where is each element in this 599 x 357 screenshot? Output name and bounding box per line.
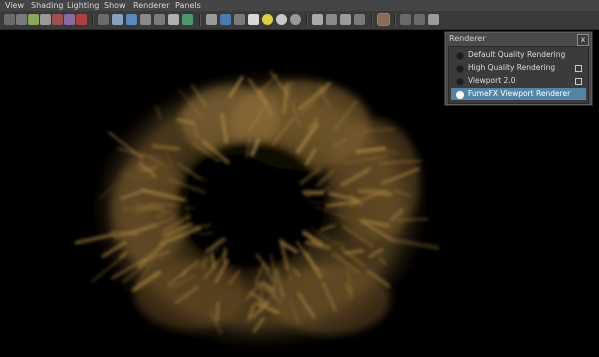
renderer-option-label: Viewport 2.0	[468, 76, 516, 85]
renderer-option-label: High Quality Rendering	[468, 63, 556, 72]
frame-icon[interactable]	[340, 14, 351, 25]
close-icon[interactable]: x	[577, 34, 589, 46]
renderer-panel: Renderer x Default Quality Rendering Hig…	[444, 31, 593, 106]
renderer-option-viewport-2[interactable]: Viewport 2.0	[451, 75, 586, 87]
use-lights-icon[interactable]	[140, 14, 151, 25]
shadows-icon[interactable]	[154, 14, 165, 25]
xray-icon[interactable]	[326, 14, 337, 25]
frame-icon[interactable]	[354, 14, 365, 25]
smoke-streak	[223, 247, 227, 265]
option-box-icon[interactable]	[575, 65, 582, 72]
menu-show[interactable]: Show	[104, 0, 126, 11]
renderer-option-default[interactable]: Default Quality Rendering	[451, 49, 586, 61]
radio-icon[interactable]	[456, 91, 464, 99]
sphere-icon[interactable]	[168, 14, 179, 25]
radio-icon[interactable]	[456, 52, 464, 60]
renderer-list: Default Quality Rendering High Quality R…	[448, 46, 589, 104]
renderer-option-label: FumeFX Viewport Renderer	[468, 89, 571, 98]
panel-title: Renderer	[449, 34, 486, 43]
renderer-option-label: Default Quality Rendering	[468, 50, 566, 59]
smoke-streak	[216, 301, 220, 322]
sun-icon[interactable]	[220, 14, 231, 25]
toolbar-separator	[306, 14, 308, 26]
frame-icon[interactable]	[400, 14, 411, 25]
smoke-streak	[288, 80, 293, 94]
camera-icon[interactable]	[4, 14, 15, 25]
checker-icon[interactable]	[206, 14, 217, 25]
smoke-streak	[344, 249, 364, 255]
smoke-streak	[147, 202, 182, 207]
wireframe-icon[interactable]	[98, 14, 109, 25]
renderer-option-high-quality[interactable]: High Quality Rendering	[451, 62, 586, 74]
radio-icon[interactable]	[456, 78, 464, 86]
toolbar-separator	[394, 14, 396, 26]
menu-view[interactable]: View	[5, 0, 24, 11]
menu-lighting[interactable]: Lighting	[67, 0, 99, 11]
toolbar-separator	[371, 14, 373, 26]
share-icon[interactable]	[377, 13, 390, 26]
highlight-icon[interactable]	[312, 14, 323, 25]
smoke-streak	[211, 253, 215, 269]
toolbar-separator	[92, 14, 94, 26]
menu-renderer[interactable]: Renderer	[133, 0, 170, 11]
isolate-icon[interactable]	[76, 14, 87, 25]
image-plane-icon[interactable]	[40, 14, 51, 25]
renderer-option-fumefx[interactable]: FumeFX Viewport Renderer	[451, 88, 586, 100]
resolution-gate-icon[interactable]	[64, 14, 75, 25]
dome-icon[interactable]	[248, 14, 259, 25]
motion-blur-icon[interactable]	[290, 14, 301, 25]
bookmark-icon[interactable]	[16, 14, 27, 25]
textured-icon[interactable]	[126, 14, 137, 25]
menu-panels[interactable]: Panels	[175, 0, 201, 11]
film-gate-icon[interactable]	[28, 14, 39, 25]
grid-icon[interactable]	[52, 14, 63, 25]
smoke-streak	[302, 190, 325, 196]
viewport-toolbar	[0, 11, 599, 30]
smoke-streak	[270, 271, 277, 300]
smooth-shade-icon[interactable]	[112, 14, 123, 25]
ao-icon[interactable]	[276, 14, 287, 25]
frame-icon[interactable]	[414, 14, 425, 25]
menu-shading[interactable]: Shading	[31, 0, 64, 11]
radio-icon[interactable]	[456, 65, 464, 73]
toolbar-separator	[199, 14, 201, 26]
menu-bar: View Shading Lighting Show Renderer Pane…	[0, 0, 599, 11]
cube-icon[interactable]	[182, 14, 193, 25]
shaded-sphere-icon[interactable]	[234, 14, 245, 25]
option-box-icon[interactable]	[575, 78, 582, 85]
share-icon[interactable]	[428, 14, 439, 25]
fog-icon[interactable]	[262, 14, 273, 25]
